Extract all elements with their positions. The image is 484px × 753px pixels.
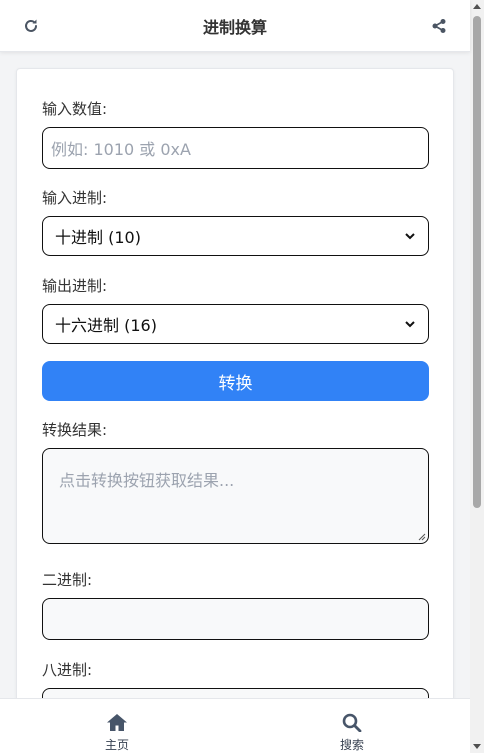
- chevron-down-icon: [405, 233, 415, 240]
- convert-button[interactable]: 转换: [42, 361, 429, 401]
- nav-item-search[interactable]: 搜索: [312, 699, 392, 753]
- output-base-select[interactable]: 十六进制 (16): [42, 304, 429, 344]
- nav-label-home: 主页: [104, 738, 129, 752]
- converter-card: 输入数值: 例如: 1010 或 0xA 输入进制: 十进制 (10) 输出进制…: [16, 68, 454, 753]
- binary-output-field[interactable]: [42, 598, 429, 640]
- app-header: 进制换算: [0, 0, 470, 52]
- input-value-placeholder: 例如: 1010 或 0xA: [51, 140, 191, 159]
- resize-grip-icon[interactable]: [418, 533, 426, 541]
- bottom-nav: 主页 搜索: [0, 698, 470, 753]
- output-base-value: 十六进制 (16): [55, 316, 157, 335]
- binary-label: 二进制:: [42, 571, 93, 589]
- octal-label: 八进制:: [42, 661, 93, 679]
- input-base-label: 输入进制:: [42, 189, 108, 207]
- result-placeholder: 点击转换按钮获取结果...: [59, 471, 235, 490]
- search-icon: [342, 713, 362, 732]
- scrollbar-thumb[interactable]: [473, 16, 481, 508]
- home-icon: [107, 714, 127, 731]
- input-value-label: 输入数值:: [42, 100, 108, 118]
- scrollbar[interactable]: [470, 0, 484, 753]
- share-button[interactable]: [427, 14, 451, 38]
- share-icon: [432, 19, 446, 33]
- chevron-down-icon: [405, 321, 415, 328]
- input-value-field[interactable]: 例如: 1010 或 0xA: [42, 127, 429, 169]
- scroll-down-icon[interactable]: [473, 744, 481, 749]
- result-textarea[interactable]: 点击转换按钮获取结果...: [42, 448, 429, 544]
- refresh-icon: [25, 19, 37, 32]
- input-base-select[interactable]: 十进制 (10): [42, 216, 429, 256]
- nav-item-home[interactable]: 主页: [77, 699, 157, 753]
- nav-label-search: 搜索: [339, 738, 364, 752]
- input-base-value: 十进制 (10): [55, 228, 141, 247]
- refresh-button[interactable]: [19, 14, 43, 38]
- result-label: 转换结果:: [42, 421, 108, 439]
- page-title: 进制换算: [202, 17, 267, 37]
- output-base-label: 输出进制:: [42, 277, 108, 295]
- scroll-up-icon[interactable]: [473, 4, 481, 9]
